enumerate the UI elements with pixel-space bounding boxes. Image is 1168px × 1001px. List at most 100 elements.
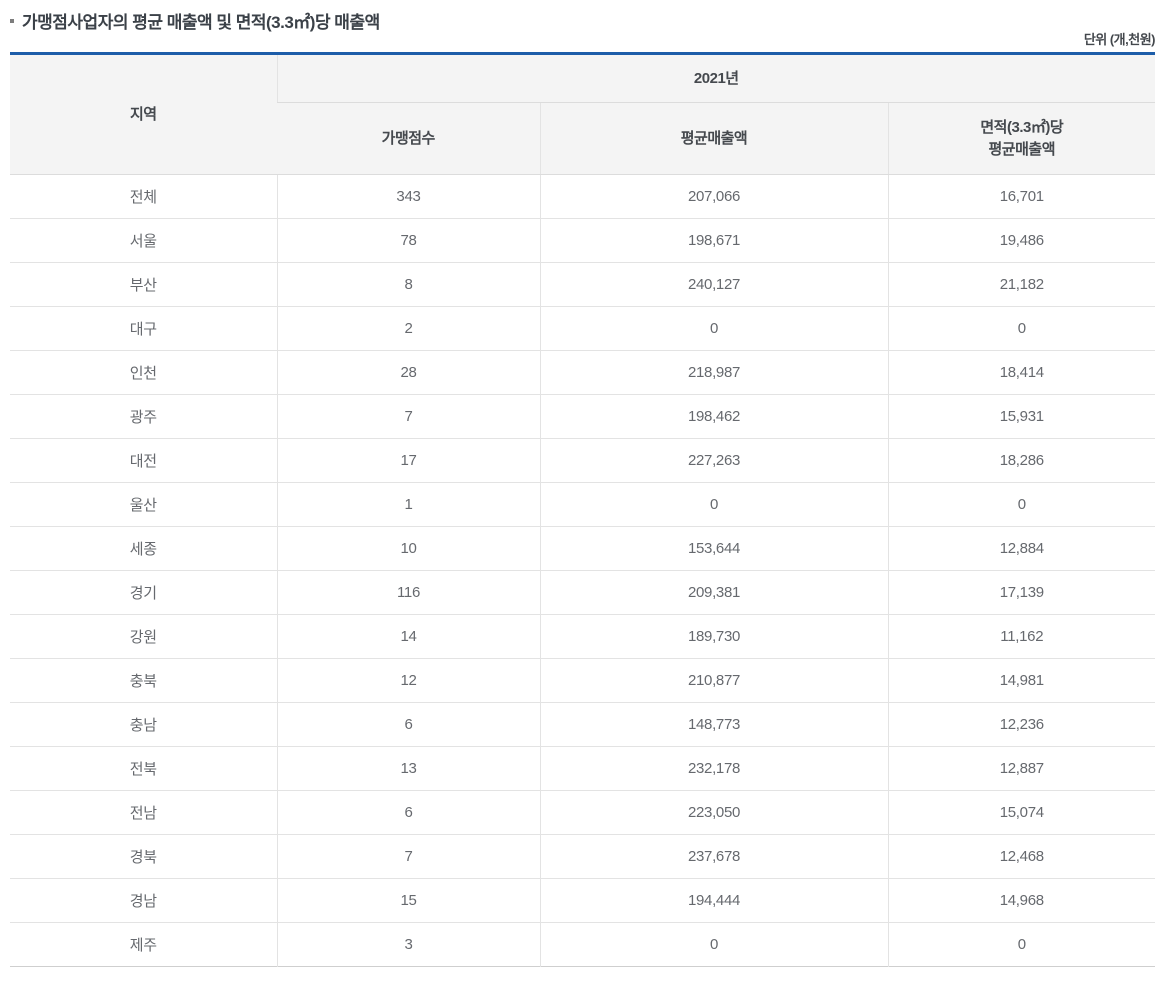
table-row: 세종 10 153,644 12,884 (10, 526, 1156, 571)
avg-sales-cell: 223,050 (539, 790, 888, 835)
avg-sales-cell: 198,462 (539, 394, 888, 439)
store-count-cell: 10 (276, 526, 540, 571)
store-count-cell: 2 (276, 306, 540, 351)
per-area-sales-cell: 17,139 (887, 570, 1156, 615)
column-header-store-count: 가맹점수 (277, 102, 540, 175)
table-row: 충북 12 210,877 14,981 (10, 658, 1156, 703)
per-area-sales-cell: 12,236 (887, 702, 1156, 747)
per-area-sales-cell: 15,931 (887, 394, 1156, 439)
region-cell: 충남 (10, 702, 277, 747)
store-count-cell: 6 (276, 790, 540, 835)
table-row: 대전 17 227,263 18,286 (10, 438, 1156, 483)
avg-sales-cell: 209,381 (539, 570, 888, 615)
avg-sales-cell: 153,644 (539, 526, 888, 571)
per-area-sales-cell: 12,884 (887, 526, 1156, 571)
table-row: 전남 6 223,050 15,074 (10, 790, 1156, 835)
square-bullet-icon (10, 19, 14, 23)
avg-sales-cell: 194,444 (539, 878, 888, 923)
per-area-sales-cell: 21,182 (887, 262, 1156, 307)
per-area-sales-cell: 16,701 (887, 174, 1156, 219)
per-area-sales-cell: 11,162 (887, 614, 1156, 659)
region-cell: 경북 (10, 834, 277, 879)
store-count-cell: 78 (276, 218, 540, 263)
avg-sales-cell: 0 (539, 922, 888, 967)
column-header-year-2021: 2021년 (276, 53, 1156, 103)
per-area-sales-cell: 0 (887, 922, 1156, 967)
store-count-cell: 3 (276, 922, 540, 967)
region-cell: 울산 (10, 482, 277, 527)
region-cell: 대구 (10, 306, 277, 351)
unit-note: 단위 (개,천원) (1083, 32, 1156, 47)
region-cell: 경남 (10, 878, 277, 923)
per-area-sales-cell: 14,981 (887, 658, 1156, 703)
avg-sales-cell: 210,877 (539, 658, 888, 703)
avg-sales-cell: 189,730 (539, 614, 888, 659)
column-header-per-area-sales: 면적(3.3㎡)당 평균매출액 (887, 102, 1156, 175)
region-cell: 전북 (10, 746, 277, 791)
region-cell: 충북 (10, 658, 277, 703)
table-body: 전체 343 207,066 16,701 서울 78 198,671 19,486 부산 8 24… (10, 174, 1156, 967)
region-cell: 대전 (10, 438, 277, 483)
table-row: 충남 6 148,773 12,236 (10, 702, 1156, 747)
store-count-cell: 7 (276, 394, 540, 439)
table-row: 울산 1 0 0 (10, 482, 1156, 527)
table-row: 경북 7 237,678 12,468 (10, 834, 1156, 879)
avg-sales-cell: 0 (539, 306, 888, 351)
table-row: 전체 343 207,066 16,701 (10, 174, 1156, 219)
region-cell: 강원 (10, 614, 277, 659)
store-count-cell: 116 (276, 570, 540, 615)
column-header-region: 지역 (10, 53, 277, 175)
table-row: 서울 78 198,671 19,486 (10, 218, 1156, 263)
store-count-cell: 7 (276, 834, 540, 879)
store-count-cell: 1 (276, 482, 540, 527)
store-count-cell: 14 (276, 614, 540, 659)
per-area-sales-cell: 14,968 (887, 878, 1156, 923)
avg-sales-cell: 227,263 (539, 438, 888, 483)
header-row-year: 지역 2021년 (10, 53, 1156, 175)
store-count-cell: 343 (276, 174, 540, 219)
store-count-cell: 12 (276, 658, 540, 703)
store-count-cell: 13 (276, 746, 540, 791)
avg-sales-cell: 240,127 (539, 262, 888, 307)
table-header: 지역 2021년 가맹점수 평균매출액 면적(3.3㎡)당 평균매출액 (10, 53, 1156, 175)
region-cell: 서울 (10, 218, 277, 263)
region-cell: 전남 (10, 790, 277, 835)
table-row: 인천 28 218,987 18,414 (10, 350, 1156, 395)
table-row: 강원 14 189,730 11,162 (10, 614, 1156, 659)
per-area-sales-cell: 19,486 (887, 218, 1156, 263)
store-count-cell: 8 (276, 262, 540, 307)
per-area-sales-cell: 18,286 (887, 438, 1156, 483)
store-count-cell: 17 (276, 438, 540, 483)
per-area-sales-cell: 12,468 (887, 834, 1156, 879)
table-row: 경기 116 209,381 17,139 (10, 570, 1156, 615)
per-area-sales-cell: 18,414 (887, 350, 1156, 395)
page: 가맹점사업자의 평균 매출액 및 면적(3.3㎡)당 매출액 단위 (개,천원)… (0, 0, 1168, 1001)
title-line: 가맹점사업자의 평균 매출액 및 면적(3.3㎡)당 매출액 (10, 8, 1155, 32)
table-row: 부산 8 240,127 21,182 (10, 262, 1156, 307)
region-cell: 부산 (10, 262, 277, 307)
store-count-cell: 28 (276, 350, 540, 395)
per-area-sales-cell: 0 (887, 306, 1156, 351)
table-row: 경남 15 194,444 14,968 (10, 878, 1156, 923)
table-row: 광주 7 198,462 15,931 (10, 394, 1156, 439)
avg-sales-cell: 237,678 (539, 834, 888, 879)
per-area-sales-cell: 15,074 (887, 790, 1156, 835)
avg-sales-cell: 198,671 (539, 218, 888, 263)
table-row: 전북 13 232,178 12,887 (10, 746, 1156, 791)
avg-sales-cell: 207,066 (539, 174, 888, 219)
store-count-cell: 15 (276, 878, 540, 923)
table-row: 제주 3 0 0 (10, 922, 1156, 967)
region-cell: 제주 (10, 922, 277, 967)
column-header-avg-sales: 평균매출액 (539, 102, 888, 175)
sales-table: 지역 2021년 가맹점수 평균매출액 면적(3.3㎡)당 평균매출액 전체 34… (10, 52, 1156, 967)
region-cell: 세종 (10, 526, 277, 571)
region-cell: 광주 (10, 394, 277, 439)
avg-sales-cell: 218,987 (539, 350, 888, 395)
per-area-header-line2: 평균매출액 (988, 140, 1056, 158)
page-title: 가맹점사업자의 평균 매출액 및 면적(3.3㎡)당 매출액 (22, 12, 380, 32)
avg-sales-cell: 148,773 (539, 702, 888, 747)
per-area-sales-cell: 0 (887, 482, 1156, 527)
store-count-cell: 6 (276, 702, 540, 747)
avg-sales-cell: 232,178 (539, 746, 888, 791)
region-cell: 경기 (10, 570, 277, 615)
